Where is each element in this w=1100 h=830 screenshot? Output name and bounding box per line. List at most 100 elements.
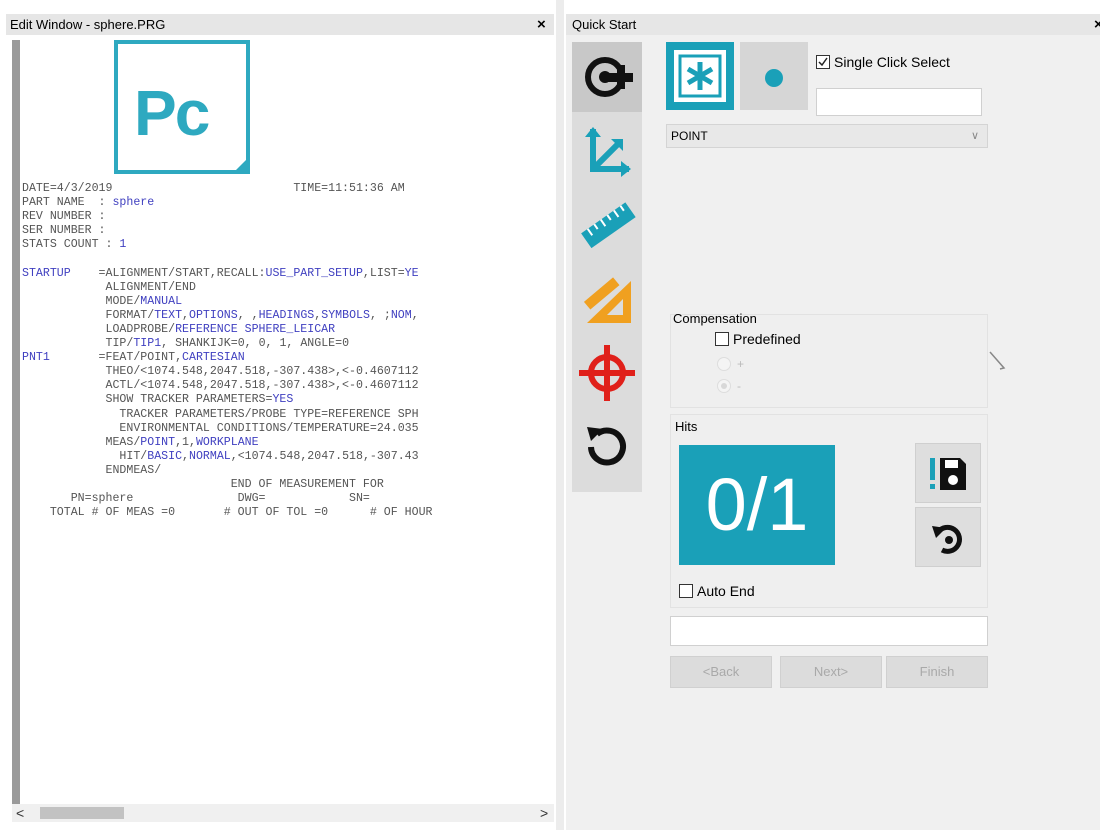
program-keyword: TIP1 bbox=[133, 337, 162, 351]
program-keyword: WORKPLANE bbox=[195, 435, 259, 449]
program-text: ENDMEAS/ bbox=[22, 463, 162, 477]
program-keyword: TEXT bbox=[154, 308, 183, 322]
program-text: PN=sphere DWG= SN= bbox=[22, 492, 370, 506]
construct-tool-button[interactable] bbox=[572, 264, 642, 334]
program-line: REV NUMBER : bbox=[22, 210, 433, 224]
program-line bbox=[22, 252, 433, 266]
program-text: ENVIRONMENTAL CONDITIONS/TEMPERATURE=24.… bbox=[22, 421, 419, 435]
alignment-icon bbox=[585, 127, 631, 177]
program-line: TRACKER PARAMETERS/PROBE TYPE=REFERENCE … bbox=[22, 408, 433, 422]
program-text-area[interactable]: Pc DATE=4/3/2019 TIME=11:51:36 AM PART NA… bbox=[22, 40, 554, 810]
plus-radio[interactable] bbox=[717, 357, 731, 371]
quick-start-panel: Quick Start × Single Click Select POINT … bbox=[566, 14, 1100, 830]
compensation-label: Compensation bbox=[673, 311, 757, 326]
program-text: =ALIGNMENT/START,RECALL: bbox=[70, 266, 266, 280]
edit-window-gutter bbox=[12, 40, 20, 808]
program-text: TRACKER PARAMETERS/PROBE TYPE=REFERENCE … bbox=[22, 407, 419, 421]
program-keyword: PNT1 bbox=[22, 351, 50, 365]
finish-button[interactable]: Finish bbox=[886, 656, 988, 688]
program-text: THEO/<1074.548,2047.518,-307.438>,<-0.46… bbox=[22, 365, 419, 379]
program-line: STARTUP =ALIGNMENT/START,RECALL:USE_PART… bbox=[22, 267, 433, 281]
program-keyword: POINT bbox=[140, 435, 176, 449]
construct-icon bbox=[581, 274, 631, 323]
program-text: ,1, bbox=[175, 435, 196, 449]
single-click-checkbox[interactable] bbox=[816, 55, 830, 69]
single-click-label: Single Click Select bbox=[834, 54, 950, 70]
program-text: , bbox=[411, 308, 419, 322]
program-keyword: NOM bbox=[390, 308, 412, 322]
program-keyword: USE_PART_SETUP bbox=[265, 266, 363, 280]
auto-end-option[interactable]: Auto End bbox=[679, 583, 755, 599]
edit-window-titlebar: Edit Window - sphere.PRG × bbox=[6, 14, 554, 35]
program-line: ENDMEAS/ bbox=[22, 464, 433, 478]
program-text: , bbox=[182, 308, 190, 322]
program-line: HIT/BASIC,NORMAL,<1074.548,2047.518,-307… bbox=[22, 450, 433, 464]
scroll-left-arrow-icon[interactable]: < bbox=[16, 804, 24, 822]
program-text: SHOW TRACKER PARAMETERS= bbox=[22, 393, 273, 407]
program-keyword: YE bbox=[404, 266, 419, 280]
horizontal-scrollbar[interactable]: < > bbox=[12, 804, 554, 822]
program-keyword: MANUAL bbox=[140, 294, 183, 308]
hits-group: Hits 0/1 Auto End bbox=[670, 414, 988, 608]
hits-label: Hits bbox=[675, 419, 698, 434]
auto-end-checkbox[interactable] bbox=[679, 584, 693, 598]
plus-radio-label: + bbox=[737, 357, 745, 371]
quick-start-tool-column bbox=[572, 42, 642, 492]
cursor-pointer-icon bbox=[989, 351, 1006, 370]
alignment-tool-button[interactable] bbox=[572, 116, 642, 186]
program-text: TIP/ bbox=[22, 337, 134, 351]
feature-name-input[interactable] bbox=[816, 88, 982, 116]
panel-divider[interactable] bbox=[556, 0, 564, 830]
scroll-right-arrow-icon[interactable]: > bbox=[540, 804, 548, 822]
scrollbar-thumb[interactable] bbox=[40, 807, 124, 819]
program-text: , bbox=[182, 449, 189, 463]
logo-fold bbox=[232, 156, 250, 174]
program-keyword: OPTIONS bbox=[189, 308, 238, 322]
status-input[interactable] bbox=[670, 616, 988, 646]
program-keyword: sphere bbox=[112, 196, 155, 210]
measure-tool-button[interactable] bbox=[572, 42, 642, 112]
program-line: MEAS/POINT,1,WORKPLANE bbox=[22, 436, 433, 450]
feature-type-select[interactable]: POINT ∨ bbox=[666, 124, 988, 148]
program-line: TOTAL # OF MEAS =0 # OUT OF TOL =0 # OF … bbox=[22, 506, 433, 520]
next-button[interactable]: Next> bbox=[780, 656, 882, 688]
program-text: ALIGNMENT/END bbox=[22, 280, 196, 294]
program-text: REV NUMBER : bbox=[22, 210, 106, 224]
logo-text: Pc bbox=[134, 77, 210, 149]
program-text: PART NAME : bbox=[22, 196, 113, 210]
program-keyword: CARTESIAN bbox=[182, 351, 245, 365]
undo-hit-button[interactable] bbox=[915, 507, 981, 567]
save-hits-button[interactable] bbox=[915, 443, 981, 503]
minus-radio[interactable] bbox=[717, 379, 731, 393]
program-line: SHOW TRACKER PARAMETERS=YES bbox=[22, 393, 433, 407]
program-text: , SHANKIJK=0, 0, 1, ANGLE=0 bbox=[161, 337, 350, 351]
edit-window: Edit Window - sphere.PRG × Pc DATE=4/3/2… bbox=[6, 14, 554, 830]
point-feature-button[interactable] bbox=[740, 42, 808, 110]
dimension-tool-button[interactable] bbox=[572, 190, 642, 260]
program-text: ,<1074.548,2047.518,-307.43 bbox=[230, 449, 419, 463]
program-text: MEAS/ bbox=[22, 435, 141, 449]
pc-dmis-logo: Pc bbox=[114, 40, 250, 174]
hits-counter: 0/1 bbox=[679, 445, 835, 565]
program-text: DATE=4/3/2019 TIME=11:51:36 AM bbox=[22, 182, 405, 195]
compensation-group: Compensation Predefined + - bbox=[670, 311, 988, 408]
program-line: ACTL/<1074.548,2047.518,-307.438>,<-0.46… bbox=[22, 379, 433, 393]
program-text: SER NUMBER : bbox=[22, 224, 106, 238]
back-button[interactable]: <Back bbox=[670, 656, 772, 688]
program-line: MODE/MANUAL bbox=[22, 295, 433, 309]
feature-type-value: POINT bbox=[671, 129, 708, 143]
edit-window-close-icon[interactable]: × bbox=[537, 14, 546, 35]
single-click-select[interactable]: Single Click Select bbox=[816, 54, 950, 70]
program-keyword: STARTUP bbox=[22, 266, 71, 280]
auto-feature-button[interactable] bbox=[666, 42, 734, 110]
reset-tool-button[interactable] bbox=[572, 412, 642, 482]
target-tool-button[interactable] bbox=[572, 338, 642, 408]
predefined-checkbox[interactable] bbox=[715, 332, 729, 346]
predefined-option[interactable]: Predefined bbox=[715, 331, 801, 347]
program-text: LOADPROBE/ bbox=[22, 322, 176, 336]
auto-end-label: Auto End bbox=[697, 583, 755, 599]
quick-start-close-icon[interactable]: × bbox=[1094, 14, 1100, 35]
save-alert-icon bbox=[930, 458, 966, 490]
probe-icon bbox=[585, 57, 633, 97]
program-line: PNT1 =FEAT/POINT,CARTESIAN bbox=[22, 351, 433, 365]
